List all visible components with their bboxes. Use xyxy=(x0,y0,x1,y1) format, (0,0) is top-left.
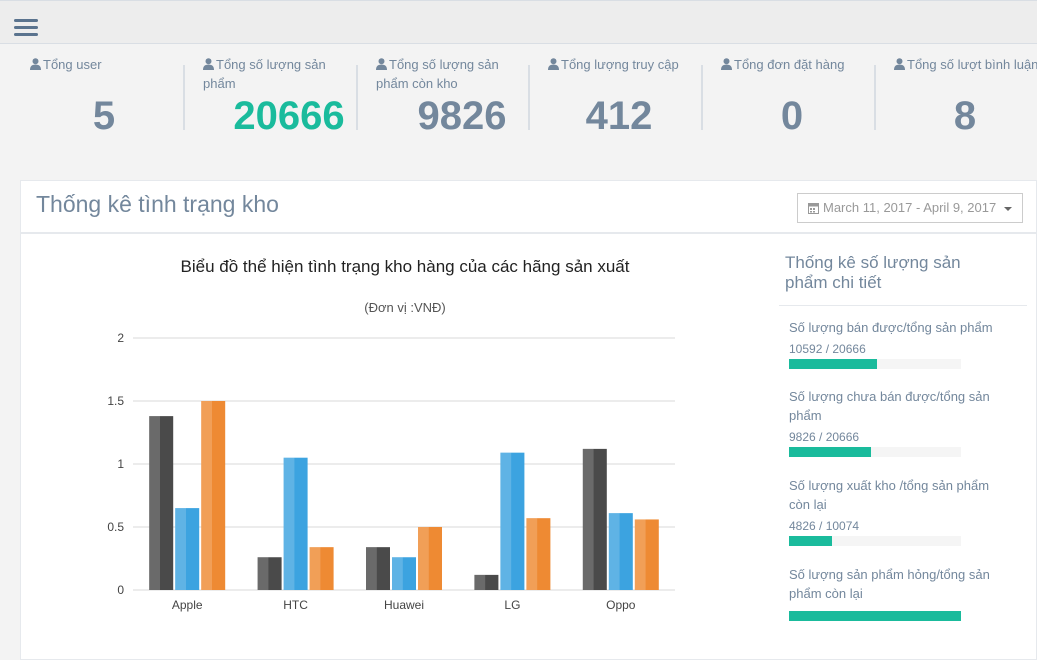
top-navigation-bar xyxy=(0,0,1037,44)
progress-widget-sold: Số lượng bán được/tổng sản phẩm 10592 / … xyxy=(789,318,1009,369)
chart-bar-highlight xyxy=(392,557,403,590)
stat-label: Tổng số lượng sản phẩm còn kho xyxy=(376,57,499,91)
y-tick-label: 0 xyxy=(117,583,124,597)
stat-divider xyxy=(183,65,185,130)
y-tick-label: 1 xyxy=(117,457,124,471)
progress-track xyxy=(789,611,961,621)
stat-value: 20666 xyxy=(233,94,345,138)
y-tick-label: 2 xyxy=(117,331,124,345)
progress-bar xyxy=(789,359,878,369)
chart-bar-highlight xyxy=(634,519,646,590)
stat-label: Tổng đơn đặt hàng xyxy=(734,57,845,72)
stat-total-products: Tổng số lượng sản phẩm 20666 xyxy=(183,52,355,142)
x-tick-label: Apple xyxy=(172,598,203,612)
chart-bar-highlight xyxy=(418,527,429,590)
stat-divider xyxy=(356,65,358,130)
stat-total-users: Tổng user 5 xyxy=(18,52,190,142)
stat-divider xyxy=(528,65,530,130)
user-icon xyxy=(203,57,214,75)
caret-down-icon xyxy=(1004,207,1012,211)
stat-label: Tổng số lượng sản phẩm xyxy=(203,57,326,91)
stat-value: 5 xyxy=(92,94,116,138)
chart-bar-highlight xyxy=(526,518,538,590)
progress-widget-unsold: Số lượng chưa bán được/tổng sản phẩm 982… xyxy=(789,387,1009,457)
x-tick-label: LG xyxy=(504,598,520,612)
stat-label: Tổng lượng truy cập xyxy=(561,57,679,72)
progress-value: 9826 / 20666 xyxy=(789,430,860,444)
progress-bar xyxy=(789,536,832,546)
sidebar-divider xyxy=(779,305,1027,306)
stat-total-orders: Tổng đơn đặt hàng 0 xyxy=(701,52,873,142)
inventory-bar-chart: 0 0.5 1 1.5 2 Apple HTC Huawei LG Oppo xyxy=(107,331,675,612)
y-tick-label: 0.5 xyxy=(107,520,124,534)
x-tick-label: HTC xyxy=(283,598,308,612)
stat-products-in-stock: Tổng số lượng sản phẩm còn kho 9826 xyxy=(356,52,528,142)
stat-divider xyxy=(874,65,876,130)
chart-bar-highlight xyxy=(366,547,377,590)
progress-track xyxy=(789,447,961,457)
chart-bar-highlight xyxy=(283,457,295,590)
progress-track xyxy=(789,536,961,546)
stat-label: Tổng số lượt bình luận xyxy=(907,57,1037,72)
user-icon xyxy=(376,57,387,75)
x-tick-label: Huawei xyxy=(384,598,424,612)
chart-bar-highlight xyxy=(608,513,620,590)
inventory-panel: Thống kê tình trạng kho March 11, 2017 -… xyxy=(20,180,1037,660)
y-tick-label: 1.5 xyxy=(107,394,124,408)
stat-total-visits: Tổng lượng truy cập 412 xyxy=(528,52,700,142)
chart-title: Biểu đồ thể hiện tình trạng kho hàng của… xyxy=(180,257,630,276)
user-icon xyxy=(894,57,905,75)
progress-track xyxy=(789,359,961,369)
panel-divider xyxy=(21,232,1037,234)
progress-bar xyxy=(789,611,961,621)
stat-value: 8 xyxy=(953,94,977,138)
user-icon xyxy=(30,57,41,75)
stat-label: Tổng user xyxy=(43,57,102,72)
stat-divider xyxy=(701,65,703,130)
x-tick-label: Oppo xyxy=(606,598,636,612)
user-icon xyxy=(548,57,559,75)
progress-label: Số lượng xuất kho /tổng sản phẩm còn lại xyxy=(789,478,990,512)
date-range-picker[interactable]: March 11, 2017 - April 9, 2017 xyxy=(797,193,1023,223)
progress-bar xyxy=(789,447,871,457)
progress-label: Số lượng bán được/tổng sản phẩm xyxy=(789,320,993,335)
chart-bar-highlight xyxy=(149,416,160,590)
chart-bar-highlight xyxy=(201,401,212,590)
chart-bar-highlight xyxy=(474,574,486,590)
chart-bar-highlight xyxy=(500,452,512,590)
progress-value: 10592 / 20666 xyxy=(789,342,866,356)
chart-bar-highlight xyxy=(257,557,269,590)
sidebar-title: Thống kê số lượng sản phẩm chi tiết xyxy=(785,253,961,292)
date-range-text: March 11, 2017 - April 9, 2017 xyxy=(823,200,997,215)
chart-bar-highlight xyxy=(582,448,594,590)
progress-widget-damaged: Số lượng sản phẩm hỏng/tổng sản phẩm còn… xyxy=(789,565,1009,621)
calendar-icon xyxy=(808,196,819,224)
progress-label: Số lượng sản phẩm hỏng/tổng sản phẩm còn… xyxy=(789,567,990,601)
user-icon xyxy=(721,57,732,75)
menu-toggle-icon[interactable] xyxy=(14,19,38,39)
progress-label: Số lượng chưa bán được/tổng sản phẩm xyxy=(789,389,990,423)
progress-value: 4826 / 10074 xyxy=(789,519,860,533)
chart-bar-highlight xyxy=(175,508,186,590)
stat-value: 412 xyxy=(585,94,653,138)
stat-value: 9826 xyxy=(417,94,507,138)
panel-title: Thống kê tình trạng kho xyxy=(36,191,279,217)
chart-bar-highlight xyxy=(309,547,321,590)
chart-subtitle: (Đơn vị :VNĐ) xyxy=(364,300,446,315)
stat-value: 0 xyxy=(780,94,804,138)
progress-widget-exported: Số lượng xuất kho /tổng sản phẩm còn lại… xyxy=(789,476,1009,546)
stats-row: Tổng user 5 Tổng số lượng sản phẩm 20666… xyxy=(0,52,1037,142)
stat-total-comments: Tổng số lượt bình luận 8 xyxy=(874,52,1037,142)
